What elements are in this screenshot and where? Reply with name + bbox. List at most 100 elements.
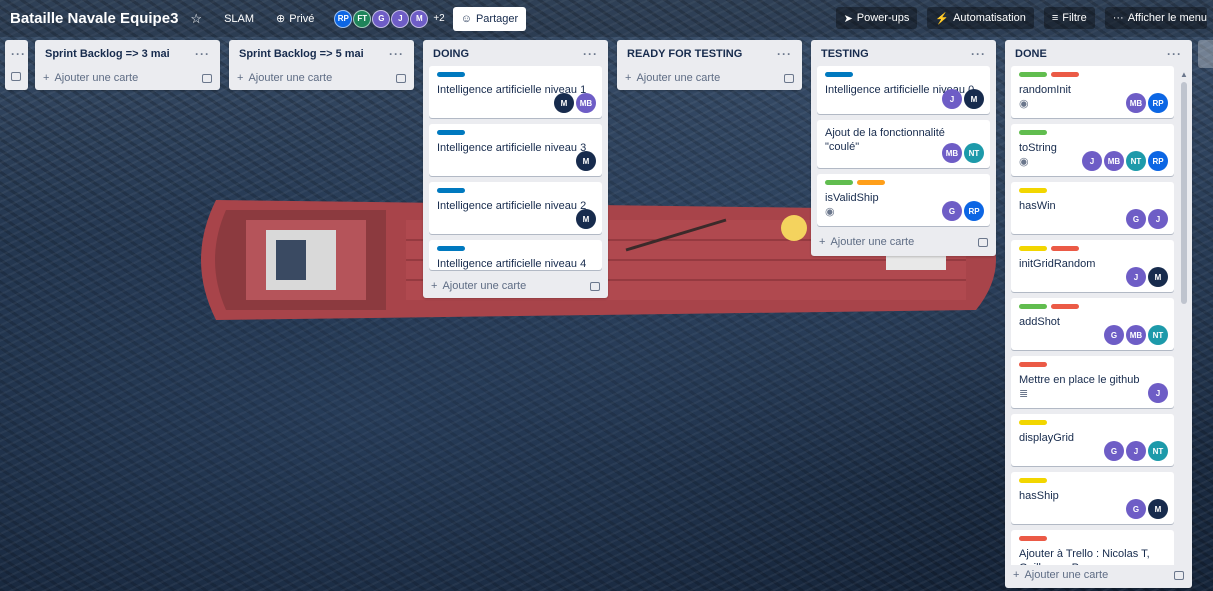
member-avatar[interactable]: MB (942, 143, 962, 163)
card-label[interactable] (437, 72, 465, 77)
card-label[interactable] (437, 246, 465, 251)
card-label[interactable] (437, 188, 465, 193)
card-label[interactable] (1019, 478, 1047, 483)
add-card-button[interactable]: + Ajouter une carte (625, 68, 794, 88)
card[interactable]: Intelligence artificielle niveau 1 M MB (429, 66, 602, 118)
share-button[interactable]: ☺ Partager (452, 6, 527, 31)
card[interactable]: toString ◉ J MB NT RP (1011, 124, 1174, 176)
member-avatar[interactable]: MB (1126, 93, 1146, 113)
chevron-up-icon[interactable]: ▲ (1180, 70, 1188, 79)
list-menu-icon[interactable]: ··· (777, 47, 792, 61)
card-label[interactable] (1051, 72, 1079, 77)
card[interactable]: Intelligence artificielle niveau 0 JM (817, 66, 990, 114)
member-avatar[interactable]: J (942, 89, 962, 109)
member-avatar[interactable]: NT (1148, 325, 1168, 345)
list-menu-icon[interactable]: ··· (583, 47, 598, 61)
card-label[interactable] (1019, 362, 1047, 367)
list-menu-icon[interactable]: ··· (389, 47, 404, 61)
template-icon[interactable] (11, 72, 21, 81)
filter-button[interactable]: ≡ Filtre (1043, 7, 1095, 29)
member-avatar[interactable]: M (554, 93, 574, 113)
member-avatar[interactable]: M (576, 209, 596, 229)
add-card-button[interactable]: + Ajouter une carte (43, 68, 212, 88)
template-icon[interactable] (784, 73, 794, 83)
add-card-button[interactable]: + Ajouter une carte (237, 68, 406, 88)
card-label[interactable] (1019, 536, 1047, 541)
card-label[interactable] (857, 180, 885, 185)
show-menu-button[interactable]: ··· Afficher le menu (1104, 7, 1207, 29)
card[interactable]: hasShip GM (1011, 472, 1174, 524)
scroll-thumb[interactable] (1181, 82, 1187, 304)
list-title[interactable]: TESTING (821, 48, 869, 60)
card-label[interactable] (437, 130, 465, 135)
list-title[interactable]: Sprint Backlog => 3 mai (45, 48, 170, 60)
member-avatar[interactable]: RP (964, 201, 984, 221)
card[interactable]: Intelligence artificielle niveau 4 (429, 240, 602, 270)
card[interactable]: randomInit ◉ MB RP (1011, 66, 1174, 118)
card-label[interactable] (1051, 304, 1079, 309)
member-avatar[interactable]: G (942, 201, 962, 221)
card-label[interactable] (1019, 304, 1047, 309)
member-avatar[interactable]: M (1148, 267, 1168, 287)
member-avatar[interactable]: RP (334, 9, 353, 28)
member-avatar[interactable]: J (1082, 151, 1102, 171)
card[interactable]: isValidShip ◉ G RP (817, 174, 990, 226)
member-avatar[interactable]: MB (1104, 151, 1124, 171)
powerups-button[interactable]: ➤ Power-ups (835, 7, 918, 29)
member-avatar[interactable]: M (964, 89, 984, 109)
list-menu-icon[interactable]: ··· (971, 47, 986, 61)
card[interactable]: Ajout de la fonctionnalité "coulé" MB NT (817, 120, 990, 168)
template-icon[interactable] (396, 73, 406, 83)
member-avatar[interactable]: RP (1148, 151, 1168, 171)
card-label[interactable] (1019, 72, 1047, 77)
card-label[interactable] (825, 180, 853, 185)
card-label[interactable] (1019, 246, 1047, 251)
card[interactable]: Intelligence artificielle niveau 3 M (429, 124, 602, 176)
card[interactable]: displayGrid G J NT (1011, 414, 1174, 466)
more-members-count[interactable]: +2 (433, 13, 444, 24)
member-avatar[interactable]: NT (964, 143, 984, 163)
member-avatar[interactable]: J (1126, 267, 1146, 287)
card-label[interactable] (1019, 420, 1047, 425)
member-avatar[interactable]: J (1148, 383, 1168, 403)
member-avatar[interactable]: NT (1148, 441, 1168, 461)
member-avatar[interactable]: MB (576, 93, 596, 113)
card[interactable]: initGridRandom JM (1011, 240, 1174, 292)
member-avatar[interactable]: M (410, 9, 429, 28)
member-avatar[interactable]: NT (1126, 151, 1146, 171)
member-avatar[interactable]: M (576, 151, 596, 171)
member-avatar[interactable]: M (1148, 499, 1168, 519)
add-card-button[interactable]: + Ajouter une carte (1005, 565, 1192, 585)
card-label[interactable] (1051, 246, 1079, 251)
card[interactable]: hasWin GJ (1011, 182, 1174, 234)
card-label[interactable] (1019, 188, 1047, 193)
add-card-button[interactable]: + Ajouter une carte (819, 232, 988, 252)
member-avatar[interactable]: MB (1126, 325, 1146, 345)
member-avatar[interactable]: FT (353, 9, 372, 28)
member-avatar[interactable]: G (1104, 325, 1124, 345)
member-avatar[interactable]: G (1126, 499, 1146, 519)
add-card-button[interactable]: + Ajouter une carte (431, 276, 600, 296)
card-label[interactable] (1019, 130, 1047, 135)
list-title[interactable]: READY FOR TESTING (627, 48, 742, 60)
visibility-button[interactable]: ⊕ Privé (268, 8, 322, 30)
card[interactable]: addShot G MB NT (1011, 298, 1174, 350)
list-scrollbar[interactable]: ▲ ▼ (1180, 70, 1188, 584)
template-icon[interactable] (978, 237, 988, 247)
member-avatar[interactable]: J (1148, 209, 1168, 229)
member-avatar[interactable]: G (1104, 441, 1124, 461)
member-avatar[interactable]: G (1126, 209, 1146, 229)
member-avatar[interactable]: G (372, 9, 391, 28)
member-avatar[interactable]: J (1126, 441, 1146, 461)
star-icon[interactable]: ☆ (190, 11, 202, 27)
template-icon[interactable] (1174, 570, 1184, 580)
template-icon[interactable] (202, 73, 212, 83)
list-menu-icon[interactable]: ··· (11, 47, 26, 61)
list-menu-icon[interactable]: ··· (195, 47, 210, 61)
list-title[interactable]: DOING (433, 48, 469, 60)
member-avatar[interactable]: J (391, 9, 410, 28)
template-icon[interactable] (590, 281, 600, 291)
workspace-button[interactable]: SLAM (216, 8, 262, 30)
card[interactable]: Mettre en place le github ≣ J (1011, 356, 1174, 408)
board-title[interactable]: Bataille Navale Equipe3 (6, 8, 182, 29)
